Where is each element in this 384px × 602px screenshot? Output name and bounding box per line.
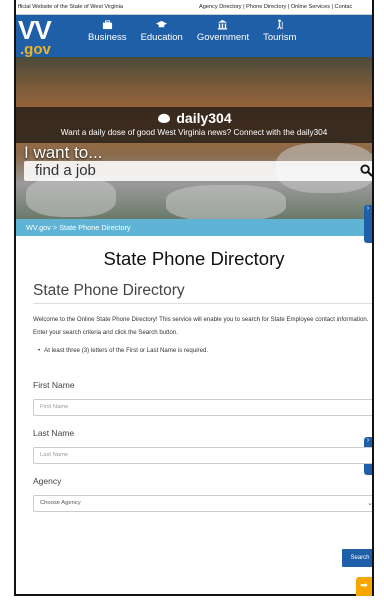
hero-rock-decoration [26,177,116,217]
i-want-to-heading: I want to... [24,143,103,162]
hero-rock-decoration [166,185,286,219]
side-tab-icon: › [366,205,370,212]
nav-tourism-label: Tourism [263,32,297,43]
site-header: VV .gov Business Education Government To… [16,15,372,57]
graduation-cap-icon [156,20,168,28]
capitol-building-icon [218,19,228,30]
section-divider [33,303,372,304]
section-title: State Phone Directory [33,282,185,299]
first-name-label: First Name [33,380,75,390]
top-links[interactable]: Agency Directory | Phone Directory | Onl… [199,0,352,15]
breadcrumb[interactable]: WV.gov > State Phone Directory [16,219,372,236]
last-name-field[interactable]: Last Name [33,447,372,464]
cardinal-bird-icon [158,113,171,123]
official-top-bar: fficial Website of the State of West Vir… [16,0,372,15]
side-tab-icon: › [366,437,370,444]
chevron-down-icon: ⌄ [367,500,373,507]
nav-education-label: Education [140,32,183,43]
nav-business[interactable]: Business [88,19,127,43]
hiker-icon [277,19,283,30]
logo-gov-text: .gov [20,41,51,58]
official-website-text: fficial Website of the State of West Vir… [18,4,123,10]
briefcase-icon [102,20,112,30]
agency-select[interactable]: Choose Agency ⌄ [33,495,373,512]
browser-frame: fficial Website of the State of West Vir… [14,0,374,596]
last-name-label: Last Name [33,428,75,438]
agency-selected-value: Choose Agency [40,500,81,506]
daily304-brand-text: daily304 [176,110,232,126]
nav-tourism[interactable]: Tourism [263,19,296,43]
i-want-to-search-box[interactable]: find a job [24,161,372,181]
logo-wv-text: VV [18,15,52,45]
first-name-field[interactable]: First Name [33,399,372,416]
daily304-brand: daily304 [16,110,372,126]
search-button[interactable]: Search [342,549,372,567]
nav-government-label: Government [196,32,250,43]
daily304-tagline: Want a daily dose of good West Virginia … [60,128,328,137]
side-feedback-tab[interactable]: › [364,205,372,243]
requirement-bullet: At least three (3) letters of the First … [38,347,208,354]
nav-government[interactable]: Government [197,19,249,43]
search-icon[interactable] [360,164,372,177]
wv-gov-logo[interactable]: VV .gov [18,15,52,58]
hero-banner: daily304 Want a daily dose of good West … [16,57,372,219]
i-want-to-search-value[interactable]: find a job [35,161,96,181]
intro-text: Welcome to the Online State Phone Direct… [33,316,369,336]
agency-label: Agency [33,476,62,486]
nav-education[interactable]: Education [141,19,183,43]
arrow-up-icon: ➡ [360,580,368,590]
daily304-banner[interactable]: daily304 Want a daily dose of good West … [16,107,372,143]
main-nav: Business Education Government Tourism [88,19,310,43]
scroll-top-button[interactable]: ➡ [356,577,372,596]
page-title: State Phone Directory [103,248,285,269]
nav-business-label: Business [88,32,127,43]
